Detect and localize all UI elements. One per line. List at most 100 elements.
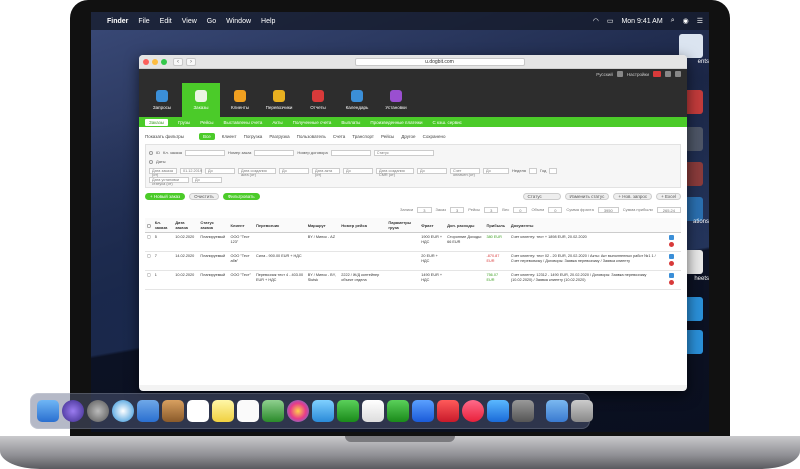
- column-header[interactable]: Статус заказа: [198, 218, 229, 233]
- status-select[interactable]: Статус: [373, 149, 434, 156]
- calendar-icon[interactable]: [187, 400, 209, 422]
- facetime-icon[interactable]: [337, 400, 359, 422]
- subnav-invoices[interactable]: Выставлены счета: [224, 120, 263, 125]
- filter-tab-loading[interactable]: Погрузка: [244, 134, 263, 139]
- menubar-clock[interactable]: Mon 9:41 AM: [621, 18, 662, 25]
- week-input[interactable]: [528, 167, 537, 174]
- delete-icon[interactable]: [669, 280, 675, 285]
- mail-icon[interactable]: [137, 400, 159, 422]
- module-orders[interactable]: Заказы: [182, 83, 220, 117]
- year-input[interactable]: [549, 167, 558, 174]
- select-all-checkbox[interactable]: ▢: [145, 218, 153, 233]
- menu-go[interactable]: Go: [207, 18, 216, 25]
- cell-client[interactable]: ООО "Тест 123": [228, 232, 254, 252]
- subnav-payments[interactable]: Произведенные платежи: [370, 120, 422, 125]
- act-date-to-input[interactable]: До: [343, 167, 373, 174]
- music-icon[interactable]: [462, 400, 484, 422]
- filter-tab-invoices[interactable]: Счета: [333, 134, 345, 139]
- url-bar[interactable]: u.dogbit.com: [354, 57, 525, 66]
- battery-icon[interactable]: ▭: [607, 17, 614, 25]
- filter-tab-trips[interactable]: Рейсы: [381, 134, 394, 139]
- row-checkbox[interactable]: ▢: [145, 251, 153, 271]
- photos-icon[interactable]: [287, 400, 309, 422]
- system-preferences-icon[interactable]: [512, 400, 534, 422]
- status-select-dropdown[interactable]: Статус: [522, 193, 561, 200]
- column-header[interactable]: Параметры груза: [386, 218, 420, 233]
- minimize-button[interactable]: [152, 58, 158, 65]
- subnav-payouts[interactable]: Выплаты: [341, 120, 360, 125]
- subnav-received-invoices[interactable]: Полученные счета: [293, 120, 332, 125]
- cell-id[interactable]: 5: [152, 232, 174, 252]
- row-checkbox[interactable]: ▢: [145, 270, 153, 290]
- delete-icon[interactable]: [669, 261, 675, 266]
- menu-view[interactable]: View: [182, 18, 197, 25]
- column-header[interactable]: Дата заказа: [173, 218, 199, 233]
- numbers-icon[interactable]: [387, 400, 409, 422]
- close-button[interactable]: [143, 58, 149, 65]
- column-header[interactable]: Маршрут: [305, 218, 340, 233]
- reminders-icon[interactable]: [237, 400, 259, 422]
- menu-edit[interactable]: Edit: [160, 18, 172, 25]
- filter-tab-transport[interactable]: Транспорт: [352, 134, 374, 139]
- table-row[interactable]: ▢ 5 10.02.2020 Планируемый ООО "Тест 123…: [145, 232, 681, 252]
- cell-client[interactable]: ООО "Тест абв": [228, 251, 254, 271]
- change-status-button[interactable]: Изменить статус: [564, 193, 610, 200]
- new-request-button[interactable]: + Нов. запрос: [613, 193, 653, 200]
- forward-button[interactable]: ›: [186, 57, 196, 66]
- filter-tab-user[interactable]: Пользователь: [297, 134, 326, 139]
- order-date-from-input[interactable]: 01.12.2019: [180, 167, 202, 174]
- filter-tab-saved[interactable]: Сохранено: [423, 134, 446, 139]
- show-filters-label[interactable]: Показать фильтры: [145, 134, 184, 139]
- new-order-button[interactable]: + Новый заказ: [145, 193, 186, 200]
- zoom-button[interactable]: [161, 58, 167, 65]
- settings-link[interactable]: Настройки: [627, 72, 649, 77]
- cell-id[interactable]: 1: [152, 270, 174, 290]
- column-header[interactable]: Документы: [508, 218, 668, 233]
- siri-icon[interactable]: ◉: [683, 17, 689, 25]
- messages-icon[interactable]: [312, 400, 334, 422]
- column-header[interactable]: Фрахт: [419, 218, 446, 233]
- contract-number-input[interactable]: [330, 149, 371, 156]
- order-number-input[interactable]: [254, 149, 295, 156]
- cell-docs[interactable]: Счет клиенту: тест + 1898 EUR, 20.02.202…: [508, 232, 668, 252]
- edit-icon[interactable]: [669, 273, 675, 278]
- filter-button[interactable]: Фильтровать: [222, 193, 260, 200]
- menu-file[interactable]: File: [138, 18, 149, 25]
- contacts-icon[interactable]: [162, 400, 184, 422]
- cmr-date-to-input[interactable]: До: [417, 167, 447, 174]
- trash-icon[interactable]: [571, 400, 593, 422]
- subnav-cargo[interactable]: Грузы: [178, 120, 190, 125]
- row-checkbox[interactable]: ▢: [145, 232, 153, 252]
- logout-icon[interactable]: [675, 71, 681, 77]
- status-date-to-input[interactable]: До: [192, 176, 222, 183]
- act-created-to-input[interactable]: До: [279, 167, 309, 174]
- filter-tab-all[interactable]: Все: [199, 132, 215, 140]
- menu-window[interactable]: Window: [226, 18, 251, 25]
- back-button[interactable]: ‹: [173, 57, 183, 66]
- subnav-orders[interactable]: Заказы: [145, 118, 169, 126]
- filter-tab-unloading[interactable]: Разгрузка: [269, 134, 289, 139]
- column-header[interactable]: Номер рейса: [339, 218, 387, 233]
- table-row[interactable]: ▢ 1 10.02.2020 Планируемый ООО "Тест" Пе…: [145, 270, 681, 290]
- downloads-folder-icon[interactable]: [546, 400, 568, 422]
- language-select[interactable]: Русский: [596, 72, 613, 77]
- column-header[interactable]: Клиент: [228, 218, 254, 233]
- edit-icon[interactable]: [669, 254, 675, 259]
- cell-docs[interactable]: Счет клиенту: тест 02 - 20 EUR, 20.02.20…: [508, 251, 668, 271]
- radio-dates[interactable]: [149, 159, 153, 164]
- keynote-icon[interactable]: [412, 400, 434, 422]
- app-store-icon[interactable]: [487, 400, 509, 422]
- module-settings[interactable]: Установки: [377, 83, 415, 117]
- module-clients[interactable]: Клиенты: [221, 83, 259, 117]
- edit-icon[interactable]: [669, 235, 675, 240]
- excel-export-button[interactable]: + Excel: [656, 193, 681, 200]
- news-icon[interactable]: [437, 400, 459, 422]
- subnav-cash-service[interactable]: С кэш. сервис: [433, 120, 462, 125]
- cell-id[interactable]: 7: [152, 251, 174, 271]
- radio-id[interactable]: [149, 150, 153, 155]
- help-icon[interactable]: [665, 71, 671, 77]
- module-requests[interactable]: Запросы: [143, 83, 181, 117]
- order-date-to-input[interactable]: До: [205, 167, 235, 174]
- order-key-input[interactable]: [185, 149, 226, 156]
- notes-icon[interactable]: [212, 400, 234, 422]
